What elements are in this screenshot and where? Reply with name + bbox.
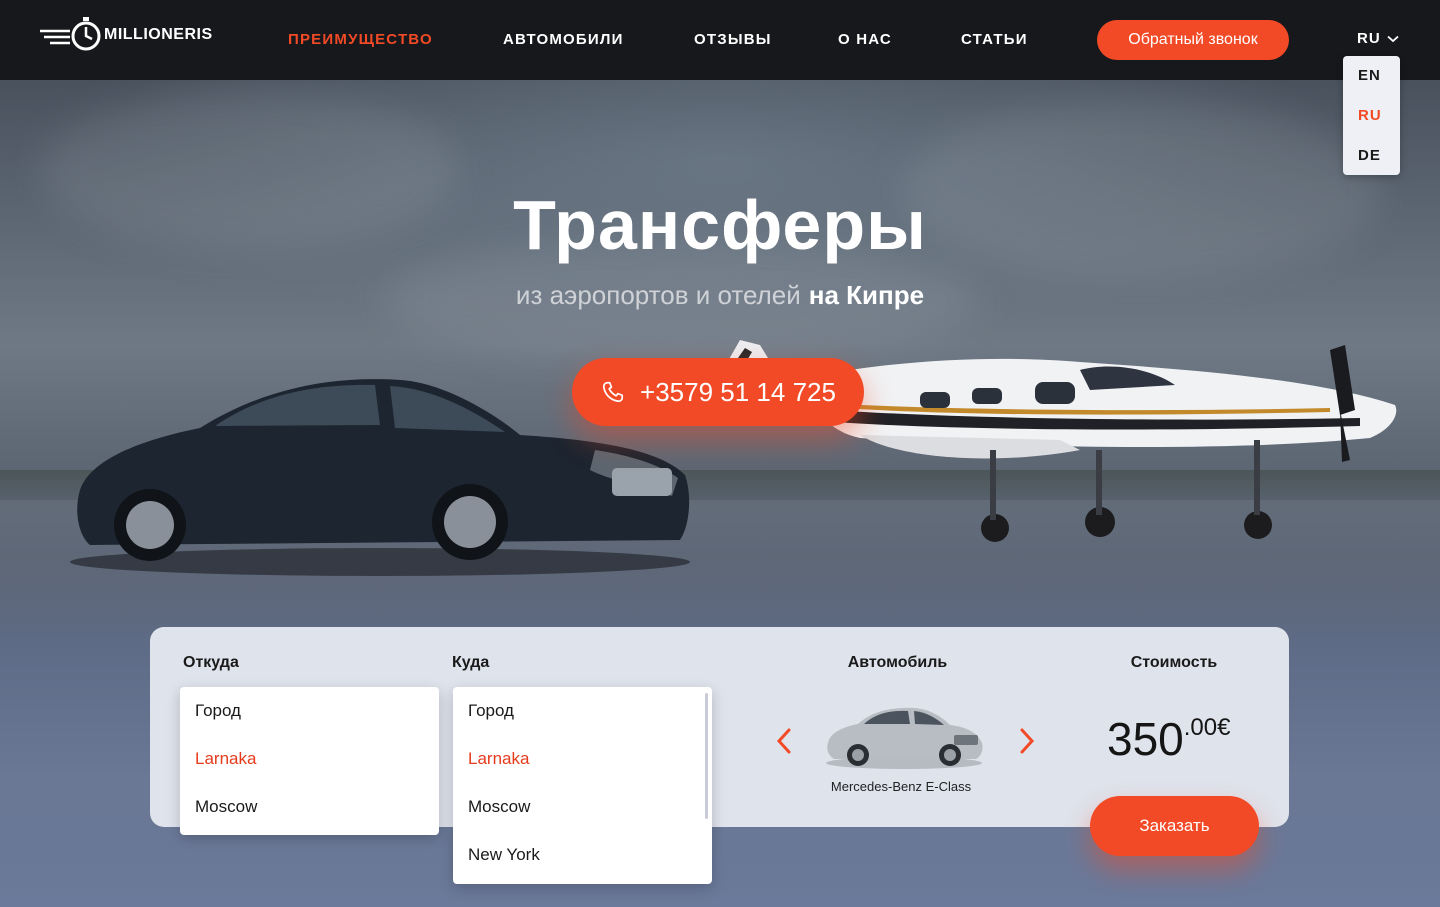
to-option-new-york[interactable]: New York	[468, 845, 540, 865]
callback-button[interactable]: Обратный звонок	[1097, 20, 1289, 60]
nav-item-cars[interactable]: АВТОМОБИЛИ	[503, 31, 624, 48]
from-label: Откуда	[183, 654, 239, 671]
hero-vehicles-image	[70, 340, 1397, 576]
to-select-dropdown: Город Larnaka Moscow New York	[453, 687, 712, 884]
language-selector[interactable]: RU	[1357, 30, 1399, 47]
car-thumbnail-image	[826, 707, 983, 769]
phone-button[interactable]: +3579 51 14 725	[572, 358, 864, 426]
from-option-larnaka[interactable]: Larnaka	[195, 749, 256, 769]
order-button[interactable]: Заказать	[1090, 796, 1259, 856]
logo-mark-icon	[40, 17, 101, 51]
to-label: Куда	[452, 654, 490, 671]
nav-item-advantages[interactable]: ПРЕИМУЩЕСТВО	[288, 31, 433, 48]
phone-number: +3579 51 14 725	[640, 376, 836, 407]
chevron-down-icon	[1387, 35, 1399, 42]
car-name: Mercedes-Benz E-Class	[830, 779, 972, 794]
from-option-moscow[interactable]: Moscow	[195, 797, 257, 817]
to-option-moscow[interactable]: Moscow	[468, 797, 530, 817]
language-current: RU	[1357, 30, 1381, 47]
hero-subtitle-text: из аэропортов и отелей	[515, 280, 801, 310]
navbar: MILLIONERIS ПРЕИМУЩЕСТВО АВТОМОБИЛИ ОТЗЫ…	[0, 0, 1440, 80]
nav-item-articles[interactable]: СТАТЬИ	[961, 31, 1028, 48]
nav-item-about[interactable]: О НАС	[838, 31, 892, 48]
to-option-city[interactable]: Город	[468, 701, 514, 721]
language-option-en[interactable]: EN	[1358, 67, 1381, 84]
phone-icon	[602, 381, 624, 403]
chevron-right-icon[interactable]	[1017, 728, 1037, 754]
dropdown-scrollbar[interactable]	[705, 693, 708, 819]
price-amount: 350	[1107, 713, 1184, 765]
logo[interactable]: MILLIONERIS	[40, 17, 213, 53]
price-cents: .00€	[1183, 714, 1231, 741]
from-option-city[interactable]: Город	[195, 701, 241, 721]
logo-text: MILLIONERIS	[104, 26, 213, 43]
language-option-de[interactable]: DE	[1358, 147, 1381, 164]
language-option-ru[interactable]: RU	[1358, 107, 1382, 124]
nav-item-reviews[interactable]: ОТЗЫВЫ	[694, 31, 772, 48]
hero-subtitle-strong: на Кипре	[808, 280, 925, 310]
price-value: 350.00€	[1107, 712, 1230, 766]
price-label: Стоимость	[1130, 654, 1218, 671]
from-select-dropdown: Город Larnaka Moscow	[180, 687, 439, 835]
language-dropdown: EN RU DE	[1343, 56, 1400, 175]
hero-title: Трансферы	[513, 186, 927, 264]
car-label: Автомобиль	[847, 654, 948, 671]
chevron-left-icon[interactable]	[774, 728, 794, 754]
to-option-larnaka[interactable]: Larnaka	[468, 749, 529, 769]
hero-subtitle: из аэропортов и отелей на Кипре	[0, 280, 1440, 311]
